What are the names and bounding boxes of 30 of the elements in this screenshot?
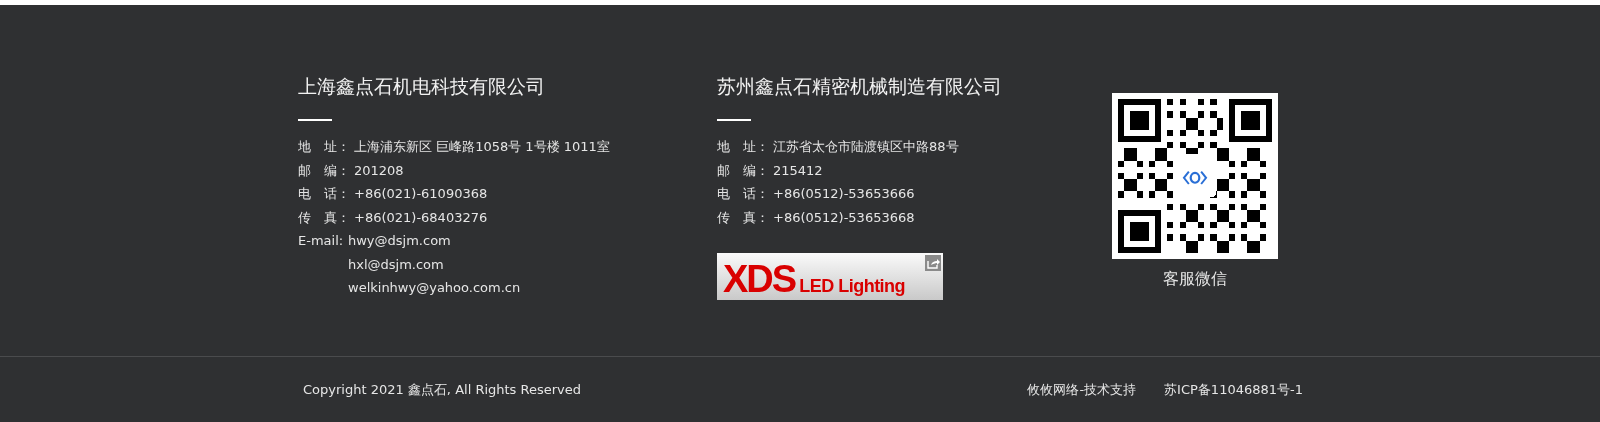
- field-label: 传 真：: [717, 208, 770, 227]
- field-label: 传 真：: [298, 208, 351, 227]
- field-value: 上海浦东新区 巨峰路1058号 1号楼 1011室: [354, 138, 610, 156]
- email-link[interactable]: hxl@dsjm.com: [348, 252, 521, 276]
- field-value: +86(021)-68403276: [354, 208, 488, 227]
- field-label: 电 话：: [717, 185, 770, 203]
- company-name: 苏州鑫点石精密机械制造有限公司: [717, 74, 1003, 99]
- field-value: 江苏省太仓市陆渡镇区中路88号: [773, 138, 959, 156]
- share-icon[interactable]: [925, 255, 941, 271]
- field-label: 邮 编：: [717, 161, 770, 180]
- email-link[interactable]: welkinhwy@yahoo.com.cn: [348, 276, 521, 300]
- field-value: +86(0512)-53653666: [773, 185, 915, 203]
- field-label: 地 址：: [717, 138, 770, 156]
- field-label: 电 话：: [298, 185, 351, 203]
- field-label: 邮 编：: [298, 161, 351, 180]
- logo-banner[interactable]: XDS LED Lighting: [717, 253, 943, 300]
- tagline-text: LED Lighting: [799, 276, 906, 297]
- field-value: 201208: [354, 161, 404, 180]
- email-link[interactable]: hwy@dsjm.com: [348, 229, 521, 253]
- qr-caption: 客服微信: [1163, 269, 1227, 290]
- field-value: +86(0512)-53653668: [773, 208, 915, 227]
- field-label: 地 址：: [298, 138, 351, 156]
- copyright-text: Copyright 2021 鑫点石, All Rights Reserved: [303, 381, 582, 399]
- field-value: +86(021)-61090368: [354, 185, 488, 203]
- company-name: 上海鑫点石机电科技有限公司: [298, 74, 546, 99]
- field-label: E-mail:: [298, 232, 345, 250]
- field-value: 215412: [773, 161, 823, 180]
- brand-text: XDS: [723, 260, 796, 298]
- footer-link[interactable]: 攸攸网络-技术支持: [1027, 381, 1137, 399]
- footer-link[interactable]: 苏ICP备11046881号-1: [1164, 381, 1303, 399]
